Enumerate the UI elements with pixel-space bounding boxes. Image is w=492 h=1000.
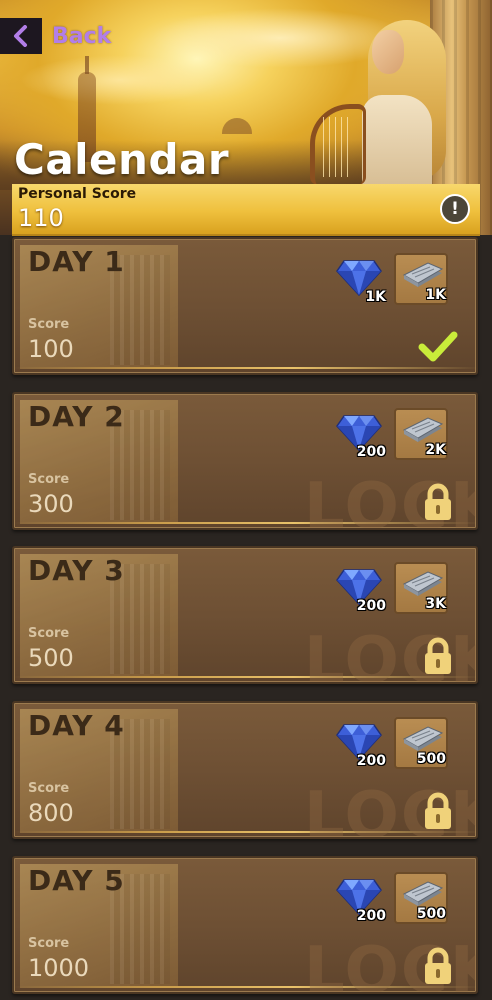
padlock-icon: [425, 792, 451, 829]
score-value: 1000: [28, 954, 90, 982]
day-card-1[interactable]: DAY 1 Score 100 1K 1K: [12, 237, 478, 375]
cash-reward[interactable]: 1K: [394, 253, 448, 305]
personal-score-value: 110: [18, 204, 64, 232]
day-label: DAY 5: [28, 864, 125, 897]
cash-reward[interactable]: 3K: [394, 562, 448, 614]
gem-amount: 200: [356, 444, 386, 460]
score-label: Score: [28, 781, 70, 796]
gem-amount: 200: [356, 908, 386, 924]
back-button[interactable]: Back: [0, 18, 111, 54]
personal-score-label: Personal Score: [18, 186, 137, 202]
day-card-2[interactable]: LOCK DAY 2 Score 300 200 2K: [12, 392, 478, 530]
padlock-icon: [425, 483, 451, 520]
day-card-4[interactable]: LOCK DAY 4 Score 800 200 500: [12, 701, 478, 839]
day-card-3[interactable]: LOCK DAY 3 Score 500 200 3K: [12, 546, 478, 684]
gem-reward[interactable]: 200: [332, 408, 386, 460]
cash-amount: 1K: [425, 287, 446, 303]
gem-amount: 200: [356, 753, 386, 769]
cash-amount: 2K: [425, 442, 446, 458]
harp-image: [310, 104, 366, 185]
card-divider: [14, 367, 476, 369]
gem-reward[interactable]: 200: [332, 562, 386, 614]
dome-silhouette: [222, 118, 252, 134]
score-label: Score: [28, 626, 70, 641]
score-value: 500: [28, 644, 74, 672]
cash-reward[interactable]: 500: [394, 717, 448, 769]
gem-reward[interactable]: 200: [332, 717, 386, 769]
cash-reward[interactable]: 2K: [394, 408, 448, 460]
padlock-icon: [425, 947, 451, 984]
gem-reward[interactable]: 1K: [332, 253, 386, 305]
checkmark-icon: [418, 331, 458, 362]
day-label: DAY 2: [28, 400, 125, 433]
padlock-icon: [425, 637, 451, 674]
sky-cloud: [20, 55, 220, 105]
cash-reward[interactable]: 500: [394, 872, 448, 924]
info-icon[interactable]: !: [440, 194, 470, 224]
cash-amount: 500: [416, 751, 446, 767]
cash-amount: 500: [416, 906, 446, 922]
score-value: 100: [28, 335, 74, 363]
character-dress: [362, 95, 432, 190]
back-arrow-icon[interactable]: [0, 18, 42, 54]
cash-amount: 3K: [425, 596, 446, 612]
character-face: [372, 30, 404, 74]
gem-amount: 200: [356, 598, 386, 614]
gem-reward[interactable]: 200: [332, 872, 386, 924]
day-card-5[interactable]: LOCK DAY 5 Score 1000 200 500: [12, 856, 478, 994]
page-title: Calendar: [14, 135, 230, 184]
score-value: 300: [28, 490, 74, 518]
personal-score-bar: Personal Score 110 !: [12, 184, 480, 236]
day-label: DAY 1: [28, 245, 125, 278]
score-value: 800: [28, 799, 74, 827]
day-label: DAY 4: [28, 709, 125, 742]
gem-amount: 1K: [365, 289, 386, 305]
back-label[interactable]: Back: [52, 24, 111, 49]
score-label: Score: [28, 936, 70, 951]
score-label: Score: [28, 317, 70, 332]
score-label: Score: [28, 472, 70, 487]
day-label: DAY 3: [28, 554, 125, 587]
